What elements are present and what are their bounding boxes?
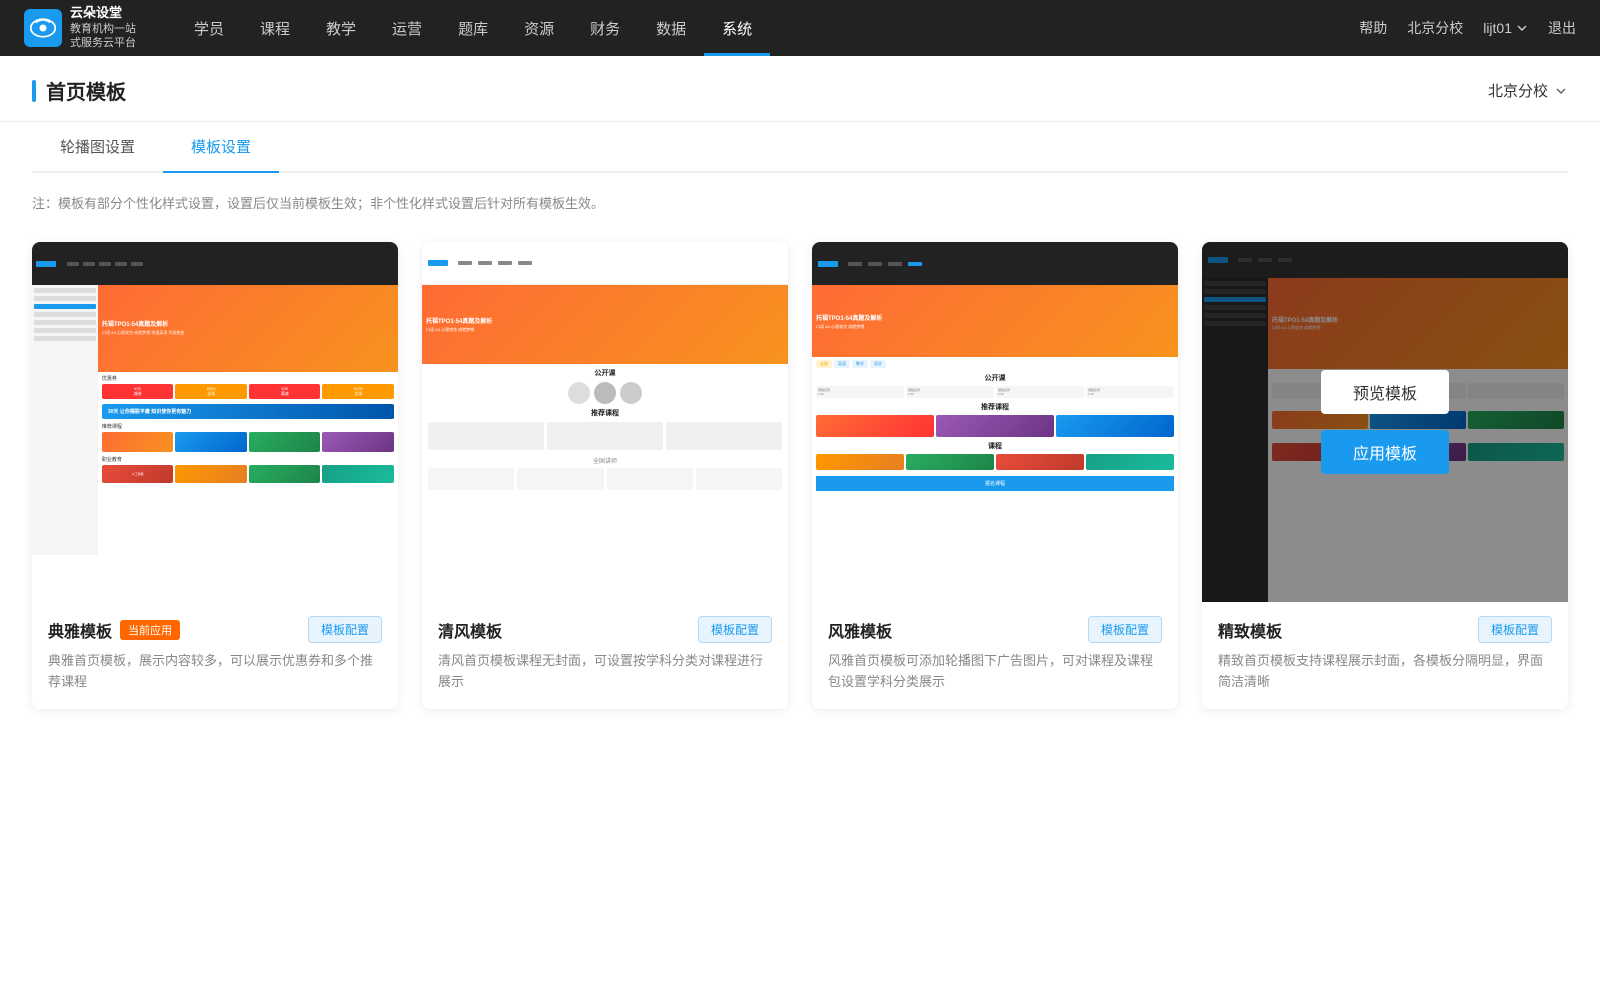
logo-text: 云朵设堂 教育机构一站 式服务云平台 xyxy=(70,5,136,50)
t3-tags: 全部 英语 数学 语文 xyxy=(812,357,1178,371)
tab-carousel[interactable]: 轮播图设置 xyxy=(32,122,163,173)
t1-body: 托福TPO1-54真题及解析 口语 A3 心理攻克 成就梦想 地道英语 华丽蜕变… xyxy=(32,285,398,555)
chevron-down-icon xyxy=(1516,22,1528,34)
nav-menu: 学员 课程 教学 运营 题库 资源 财务 数据 系统 xyxy=(176,0,1359,56)
nav-item-finance[interactable]: 财务 xyxy=(572,0,638,56)
nav-item-system[interactable]: 系统 xyxy=(704,0,770,56)
logo-icon xyxy=(24,9,62,47)
tabs: 轮播图设置 模板设置 xyxy=(32,122,1568,173)
t2-public-section: 公开课 推荐课程 全国讲师 xyxy=(422,364,788,494)
page-title: 首页模板 xyxy=(46,76,126,105)
logo-svg xyxy=(29,14,57,42)
nav-item-operations[interactable]: 运营 xyxy=(374,0,440,56)
preview-template-btn[interactable]: 预览模板 xyxy=(1321,370,1449,414)
card-footer-3: 风雅模板 模板配置 风雅首页模板可添加轮播图下广告图片，可对课程及课程包设置学科… xyxy=(812,602,1178,709)
main-content: 首页模板 北京分校 轮播图设置 模板设置 注：模板有部分个性化样式设置，设置后仅… xyxy=(0,56,1600,990)
template-card-3: 托福TPO1-54真题及解析 口语 A3 心理攻克 成就梦想 全部 英语 数学 … xyxy=(812,242,1178,709)
template-preview-3: 托福TPO1-54真题及解析 口语 A3 心理攻克 成就梦想 全部 英语 数学 … xyxy=(812,242,1178,602)
template-3-name: 风雅模板 xyxy=(828,618,892,642)
template-1-config-btn[interactable]: 模板配置 xyxy=(308,616,382,643)
template-4-desc: 精致首页模板支持课程展示封面，各模板分隔明显，界面简洁清晰 xyxy=(1218,651,1552,693)
logo-sub1: 教育机构一站 xyxy=(70,22,136,36)
tabs-container: 轮播图设置 模板设置 xyxy=(0,122,1600,173)
template-thumbnail-3: 托福TPO1-54真题及解析 口语 A3 心理攻克 成就梦想 全部 英语 数学 … xyxy=(812,242,1178,602)
nav-right: 帮助 北京分校 lijt01 退出 xyxy=(1359,18,1576,38)
template-1-desc: 典雅首页模板，展示内容较多，可以展示优惠券和多个推荐课程 xyxy=(48,651,382,693)
logo: 云朵设堂 教育机构一站 式服务云平台 xyxy=(24,5,136,50)
template-2-config-btn[interactable]: 模板配置 xyxy=(698,616,772,643)
page-title-bar xyxy=(32,80,36,102)
logo-sub2: 式服务云平台 xyxy=(70,36,136,50)
template-preview-4: 托福TPO1-54真题及解析 口语 A3 心理攻克 成就梦想 公开课 xyxy=(1202,242,1568,602)
help-link[interactable]: 帮助 xyxy=(1359,18,1387,38)
card-footer-1: 典雅模板 当前应用 模板配置 典雅首页模板，展示内容较多，可以展示优惠券和多个推… xyxy=(32,602,398,709)
branch-selector[interactable]: 北京分校 xyxy=(1488,80,1568,117)
template-card-2: 托福TPO1-54真题及解析 口语 A3 心理攻克 成就梦想 公开课 推荐课程 xyxy=(422,242,788,709)
user-menu[interactable]: lijt01 xyxy=(1483,20,1528,36)
note-text: 注：模板有部分个性化样式设置，设置后仅当前模板生效；非个性化样式设置后针对所有模… xyxy=(0,173,1600,222)
page-title-wrap: 首页模板 xyxy=(32,76,126,121)
branch-link[interactable]: 北京分校 xyxy=(1407,18,1463,38)
template-preview-2: 托福TPO1-54真题及解析 口语 A3 心理攻克 成就梦想 公开课 推荐课程 xyxy=(422,242,788,602)
template-preview-1: 托福TPO1-54真题及解析 口语 A3 心理攻克 成就梦想 地道英语 华丽蜕变… xyxy=(32,242,398,602)
nav-item-courses[interactable]: 课程 xyxy=(242,0,308,56)
t1-header xyxy=(32,242,398,285)
card-name-row-2: 清风模板 模板配置 xyxy=(438,616,772,643)
template-thumbnail-1: 托福TPO1-54真题及解析 口语 A3 心理攻克 成就梦想 地道英语 华丽蜕变… xyxy=(32,242,398,602)
nav-item-resources[interactable]: 资源 xyxy=(506,0,572,56)
t1-promo: 30天 让你摆脱平庸 知识使你更有魅力 xyxy=(102,404,394,419)
t1-sidebar xyxy=(32,285,98,555)
branch-chevron-icon xyxy=(1554,84,1568,98)
nav-item-students[interactable]: 学员 xyxy=(176,0,242,56)
template-thumbnail-2: 托福TPO1-54真题及解析 口语 A3 心理攻克 成就梦想 公开课 推荐课程 xyxy=(422,242,788,602)
t2-banner: 托福TPO1-54真题及解析 口语 A3 心理攻克 成就梦想 xyxy=(422,285,788,364)
template-4-config-btn[interactable]: 模板配置 xyxy=(1478,616,1552,643)
card-name-left-4: 精致模板 xyxy=(1218,618,1282,642)
apply-template-btn[interactable]: 应用模板 xyxy=(1321,430,1449,474)
t2-header xyxy=(422,242,788,285)
card-name-left-2: 清风模板 xyxy=(438,618,502,642)
t1-education: 职业教育 人工智能 xyxy=(98,454,398,485)
card-name-left-3: 风雅模板 xyxy=(828,618,892,642)
logo-name: 云朵设堂 xyxy=(70,5,136,22)
t3-header xyxy=(812,242,1178,285)
card-footer-4: 精致模板 模板配置 精致首页模板支持课程展示封面，各模板分隔明显，界面简洁清晰 xyxy=(1202,602,1568,709)
card-footer-2: 清风模板 模板配置 清风首页模板课程无封面，可设置按学科分类对课程进行展示 xyxy=(422,602,788,709)
card-name-row-4: 精致模板 模板配置 xyxy=(1218,616,1552,643)
nav-item-question-bank[interactable]: 题库 xyxy=(440,0,506,56)
template-1-badge: 当前应用 xyxy=(120,620,180,640)
nav-item-teaching[interactable]: 教学 xyxy=(308,0,374,56)
page-header: 首页模板 北京分校 xyxy=(0,56,1600,122)
templates-grid: 托福TPO1-54真题及解析 口语 A3 心理攻克 成就梦想 地道英语 华丽蜕变… xyxy=(0,222,1600,749)
template-3-config-btn[interactable]: 模板配置 xyxy=(1088,616,1162,643)
template-4-name: 精致模板 xyxy=(1218,618,1282,642)
t3-public-section: 公开课 课程名称¥ 99 课程名称¥ 99 课程名称¥ 99 课程名称¥ 99 … xyxy=(812,371,1178,472)
tab-template[interactable]: 模板设置 xyxy=(163,122,279,173)
card-name-row-3: 风雅模板 模板配置 xyxy=(828,616,1162,643)
template-card-1: 托福TPO1-54真题及解析 口语 A3 心理攻克 成就梦想 地道英语 华丽蜕变… xyxy=(32,242,398,709)
card-name-left-1: 典雅模板 当前应用 xyxy=(48,618,180,642)
template-2-desc: 清风首页模板课程无封面，可设置按学科分类对课程进行展示 xyxy=(438,651,772,693)
nav-item-data[interactable]: 数据 xyxy=(638,0,704,56)
navbar: 云朵设堂 教育机构一站 式服务云平台 学员 课程 教学 运营 题库 资源 财务 … xyxy=(0,0,1600,56)
template-card-4: 托福TPO1-54真题及解析 口语 A3 心理攻克 成就梦想 公开课 xyxy=(1202,242,1568,709)
username-label: lijt01 xyxy=(1483,20,1512,36)
template-1-name: 典雅模板 xyxy=(48,618,112,642)
t1-courses-section: 推荐课程 xyxy=(98,421,398,454)
template-2-name: 清风模板 xyxy=(438,618,502,642)
card-name-row-1: 典雅模板 当前应用 模板配置 xyxy=(48,616,382,643)
template-3-desc: 风雅首页模板可添加轮播图下广告图片，可对课程及课程包设置学科分类展示 xyxy=(828,651,1162,693)
t1-banner: 托福TPO1-54真题及解析 口语 A3 心理攻克 成就梦想 地道英语 华丽蜕变 xyxy=(98,285,398,371)
branch-label: 北京分校 xyxy=(1488,80,1548,101)
logout-link[interactable]: 退出 xyxy=(1548,18,1576,38)
t3-banner: 托福TPO1-54真题及解析 口语 A3 心理攻克 成就梦想 xyxy=(812,285,1178,357)
t1-vouchers-wrap: 优惠券 ¥30减券 ¥200全场 ¥30满减 ¥200全场 xyxy=(98,372,398,402)
t1-main: 托福TPO1-54真题及解析 口语 A3 心理攻克 成就梦想 地道英语 华丽蜕变… xyxy=(98,285,398,555)
t3-cta: 报名课程 xyxy=(816,476,1174,491)
template-overlay-4: 预览模板 应用模板 xyxy=(1202,242,1568,602)
